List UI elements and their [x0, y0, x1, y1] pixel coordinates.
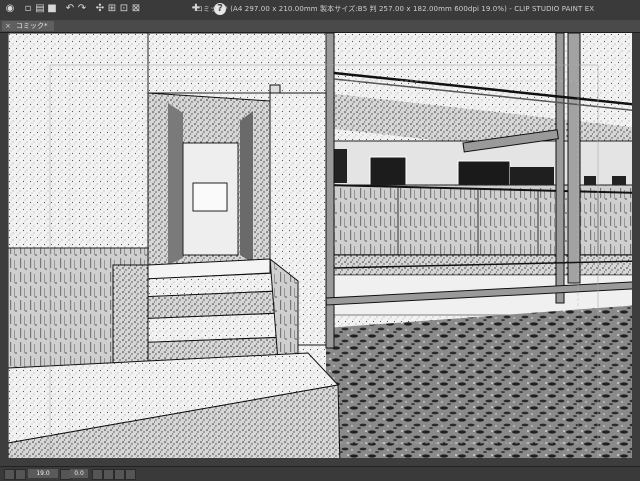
status-bar: 19.0 0.0 — [0, 466, 640, 481]
zoom-out-icon[interactable] — [4, 469, 15, 480]
redo-icon[interactable]: ↷ — [76, 3, 88, 15]
rotation-value[interactable]: 0.0 — [70, 469, 88, 478]
fit-icon[interactable] — [114, 469, 125, 480]
new-icon[interactable]: ▫ — [22, 3, 34, 15]
reset-view-icon[interactable] — [103, 469, 114, 480]
zoom-level[interactable]: 19.0 — [28, 469, 58, 478]
snap-icon[interactable]: ✣ — [94, 3, 106, 15]
tab-comic[interactable]: × コミック* — [2, 21, 54, 31]
window-title: コミック* (A4 297.00 x 210.00mm 製本サイズ:B5 判 2… — [195, 5, 595, 13]
close-tab-icon[interactable]: × — [5, 21, 11, 31]
ruler-icon[interactable]: ⊞ — [106, 3, 118, 15]
app-menu-icon[interactable]: ◉ — [4, 3, 16, 15]
grid-icon[interactable]: ⊡ — [118, 3, 130, 15]
save-icon[interactable]: ■ — [46, 3, 58, 15]
zoom-in-icon[interactable] — [15, 469, 26, 480]
flip-icon[interactable] — [92, 469, 103, 480]
undo-icon[interactable]: ↶ — [64, 3, 76, 15]
open-icon[interactable]: ▤ — [34, 3, 46, 15]
canvas-area[interactable] — [0, 33, 640, 466]
document-tab-bar: × コミック* — [0, 20, 640, 33]
perspective-icon[interactable]: ⊠ — [130, 3, 142, 15]
artwork-canvas[interactable] — [8, 33, 640, 466]
scroll-left-icon[interactable] — [125, 469, 136, 480]
tab-label: コミック* — [16, 22, 48, 30]
manga-background-artwork — [8, 33, 640, 466]
title-bar: ◉ ▫ ▤ ■ ↶ ↷ ✣ ⊞ ⊡ ⊠ ✚ ? コミック* (A4 297.00… — [0, 0, 640, 21]
